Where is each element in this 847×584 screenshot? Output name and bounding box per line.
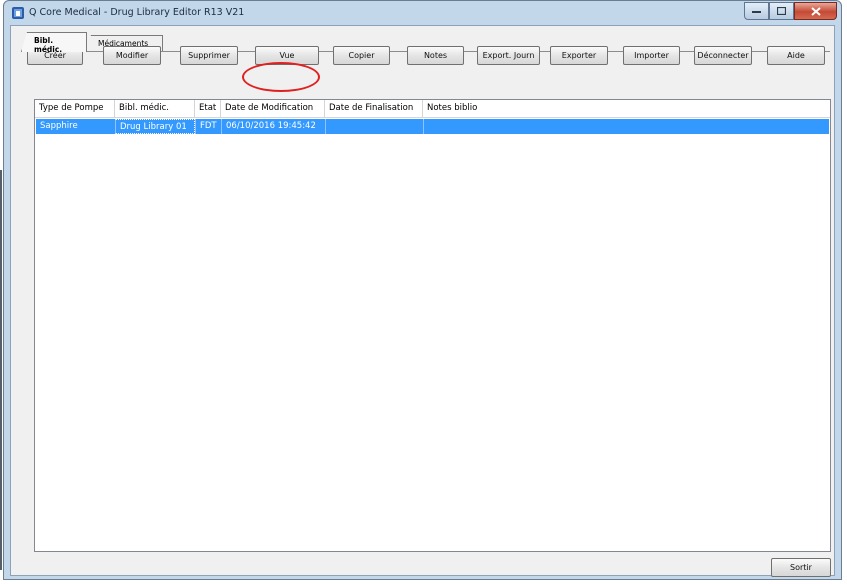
close-button[interactable]	[794, 2, 837, 20]
table-cell: 06/10/2016 19:45:42	[221, 119, 325, 134]
disconnect-button[interactable]: Déconnecter	[694, 46, 752, 65]
maximize-icon	[777, 7, 786, 15]
help-button[interactable]: Aide	[767, 46, 825, 65]
column-header[interactable]: Date de Finalisation	[325, 100, 423, 117]
copy-button[interactable]: Copier	[333, 46, 390, 65]
table-cell	[325, 119, 423, 134]
close-icon	[810, 6, 821, 16]
column-header[interactable]: Date de Modification	[221, 100, 325, 117]
window-title: Q Core Medical - Drug Library Editor R13…	[29, 7, 245, 18]
table-row[interactable]: Sapphire Drug Library 01 FDT 06/10/2016 …	[36, 119, 829, 134]
library-table[interactable]: Type de Pompe Bibl. médic. Etat Date de …	[34, 99, 831, 552]
table-header: Type de Pompe Bibl. médic. Etat Date de …	[35, 100, 830, 118]
table-cell: Sapphire	[40, 121, 78, 131]
import-button[interactable]: Importer	[623, 46, 680, 65]
exit-button[interactable]: Sortir	[771, 558, 831, 577]
notes-button[interactable]: Notes	[407, 46, 464, 65]
column-header[interactable]: Etat	[195, 100, 221, 117]
table-cell	[423, 119, 829, 134]
minimize-button[interactable]	[744, 2, 769, 20]
app-window: Q Core Medical - Drug Library Editor R13…	[3, 0, 842, 580]
modify-button[interactable]: Modifier	[103, 46, 161, 65]
column-header[interactable]: Bibl. médic.	[115, 100, 195, 117]
table-cell: Drug Library 01	[115, 119, 195, 134]
column-header[interactable]: Type de Pompe	[35, 100, 115, 117]
table-cell: FDT	[195, 119, 221, 134]
export-button[interactable]: Exporter	[550, 46, 608, 65]
tab-bibl-medic[interactable]: Bibl. médic.	[21, 32, 87, 52]
export-journal-button[interactable]: Export. Journ	[477, 46, 540, 65]
maximize-button[interactable]	[769, 2, 794, 20]
window-controls	[744, 2, 837, 20]
minimize-icon	[752, 11, 761, 13]
background-edge	[0, 170, 2, 570]
title-bar[interactable]: Q Core Medical - Drug Library Editor R13…	[4, 1, 841, 25]
column-header[interactable]: Notes biblio	[423, 100, 830, 117]
app-icon	[12, 7, 24, 19]
client-area: Bibl. médic. Médicaments Type de Pompe B…	[10, 25, 835, 577]
view-button[interactable]: Vue	[255, 46, 319, 65]
delete-button[interactable]: Supprimer	[180, 46, 238, 65]
